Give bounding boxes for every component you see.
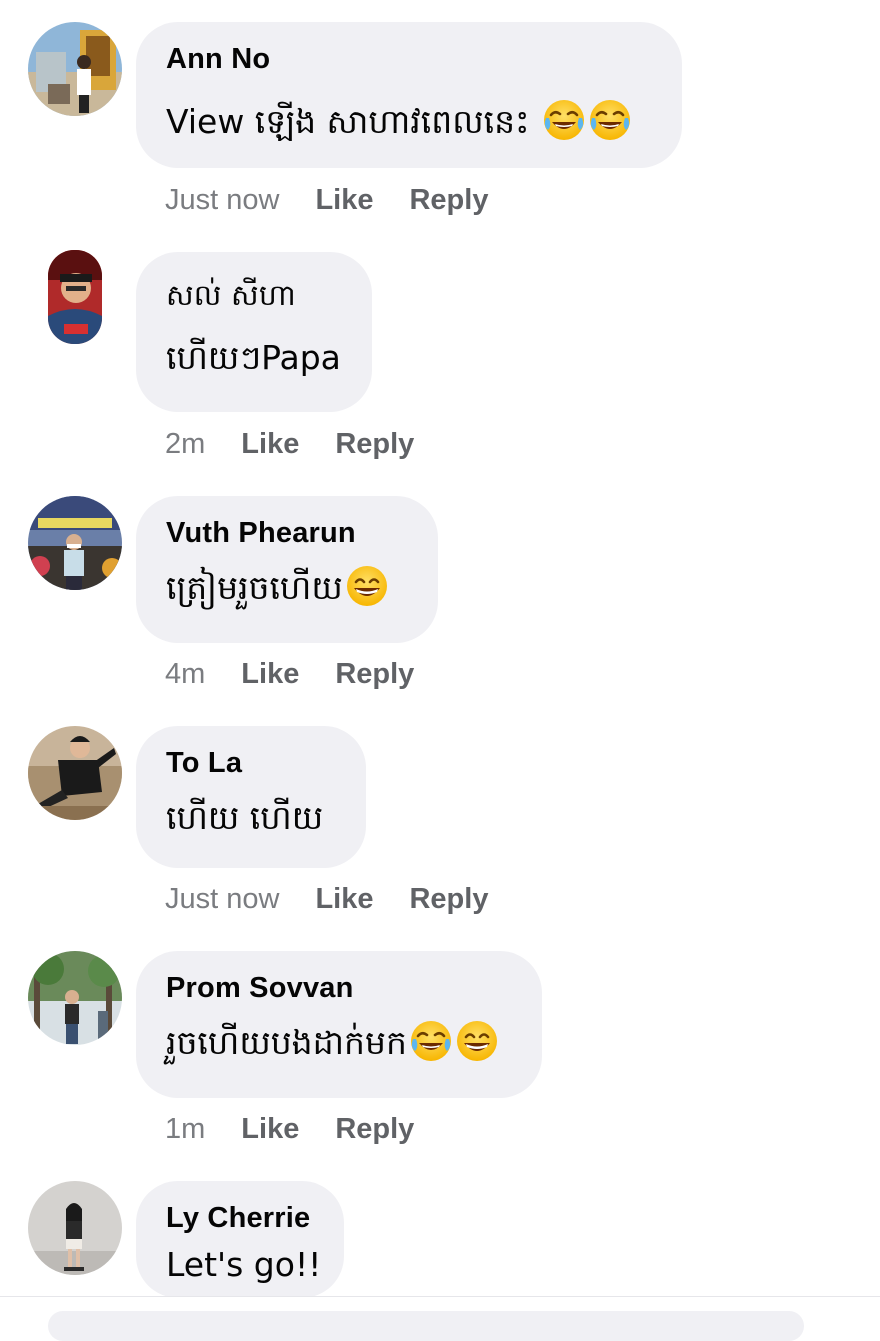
comment-actions: Just now Like Reply	[165, 882, 488, 916]
comment-text: View ឡើង សាហាវពេលនេះ	[166, 102, 530, 141]
comment-bubble: Ann No View ឡើង សាហាវពេលនេះ	[136, 22, 682, 168]
comment-bubble: Vuth Phearun ត្រៀមរួចហើយ	[136, 496, 438, 643]
comment-author[interactable]: សល់ សីហា	[166, 278, 342, 312]
avatar[interactable]	[28, 496, 122, 590]
comment-author[interactable]: Prom Sovvan	[166, 971, 512, 1005]
comment-text-row: ត្រៀមរួចហើយ	[166, 564, 408, 608]
avatar[interactable]	[48, 250, 102, 344]
comment-text: Let's go!!	[166, 1245, 322, 1284]
comment-actions: Just now Like Reply	[165, 183, 488, 217]
comment-bubble: Ly Cherrie Let's go!!	[136, 1181, 344, 1298]
comment-text: ហើយៗPapa	[166, 338, 341, 377]
comment-bubble: Prom Sovvan រួចហើយបងដាក់មក	[136, 951, 542, 1098]
reply-button[interactable]: Reply	[335, 658, 414, 690]
comment-bubble: សល់ សីហា ហើយៗPapa	[136, 252, 372, 412]
comment-text: ត្រៀមរួចហើយ	[166, 568, 343, 607]
comment-time: 2m	[165, 428, 206, 460]
comment-time: 1m	[165, 1113, 206, 1145]
like-button[interactable]: Like	[241, 1113, 299, 1145]
like-button[interactable]: Like	[315, 184, 373, 216]
comment-author[interactable]: Ann No	[166, 42, 652, 76]
avatar[interactable]	[28, 1181, 122, 1275]
avatar[interactable]	[28, 726, 122, 820]
reply-button[interactable]: Reply	[409, 184, 488, 216]
joy-emoji-icon	[409, 1019, 453, 1063]
like-button[interactable]: Like	[315, 883, 373, 915]
comment-actions: 4m Like Reply	[165, 657, 414, 691]
comment-text-row: រួចហើយបងដាក់មក	[166, 1019, 512, 1063]
comment-text-row: View ឡើង សាហាវពេលនេះ	[166, 98, 652, 142]
comment-composer-bar	[0, 1296, 880, 1341]
comment-time: 4m	[165, 658, 206, 690]
comment-actions: 1m Like Reply	[165, 1112, 414, 1146]
comment-input[interactable]	[48, 1311, 804, 1341]
comment-author[interactable]: Vuth Phearun	[166, 516, 408, 550]
comment-bubble: To La ហើយ ហើយ	[136, 726, 366, 868]
comment-time: Just now	[165, 184, 280, 216]
comment-text: ហើយ ហើយ	[166, 798, 324, 837]
comment-actions: 2m Like Reply	[165, 427, 414, 461]
comment-text: រួចហើយបងដាក់មក	[166, 1023, 407, 1062]
joy-emoji-icon	[588, 98, 632, 142]
avatar[interactable]	[28, 951, 122, 1045]
avatar[interactable]	[28, 22, 122, 116]
grin-emoji-icon	[455, 1019, 499, 1063]
comment-author[interactable]: Ly Cherrie	[166, 1201, 314, 1235]
reply-button[interactable]: Reply	[335, 1113, 414, 1145]
comment-time: Just now	[165, 883, 280, 915]
joy-emoji-icon	[542, 98, 586, 142]
reply-button[interactable]: Reply	[335, 428, 414, 460]
like-button[interactable]: Like	[241, 658, 299, 690]
reply-button[interactable]: Reply	[409, 883, 488, 915]
grin-emoji-icon	[345, 564, 389, 608]
like-button[interactable]: Like	[241, 428, 299, 460]
comment-author[interactable]: To La	[166, 746, 336, 780]
